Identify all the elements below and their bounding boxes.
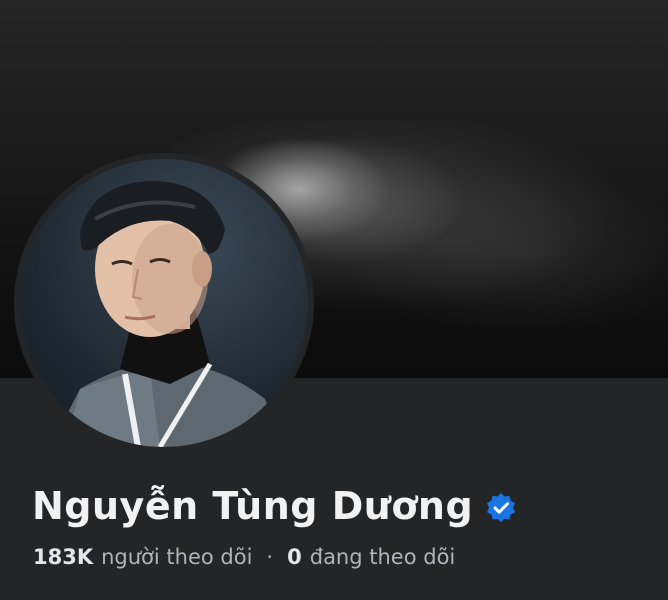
profile-name-row: Nguyễn Tùng Dương <box>32 476 517 536</box>
profile-picture[interactable] <box>20 159 308 447</box>
profile-portrait <box>50 181 285 447</box>
following-count[interactable]: 0 <box>287 545 302 569</box>
followers-count[interactable]: 183K <box>33 545 93 569</box>
followers-label[interactable]: người theo dõi <box>101 545 252 569</box>
stats-separator: · <box>266 545 274 569</box>
verified-badge-icon <box>485 492 517 524</box>
following-label[interactable]: đang theo dõi <box>310 545 456 569</box>
profile-name: Nguyễn Tùng Dương <box>32 484 474 528</box>
follow-stats: 183K người theo dõi · 0 đang theo dõi <box>33 545 455 569</box>
